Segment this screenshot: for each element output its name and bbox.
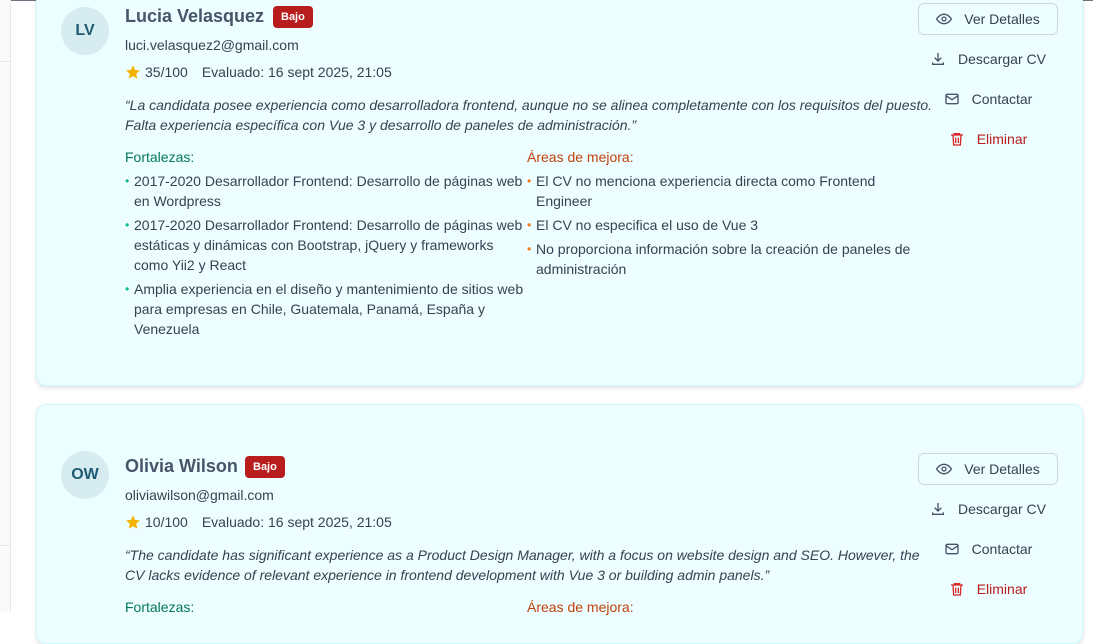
mail-icon bbox=[944, 93, 959, 105]
delete-button[interactable]: Eliminar bbox=[918, 573, 1058, 605]
candidate-name: Olivia Wilson bbox=[125, 456, 238, 476]
trash-icon bbox=[950, 133, 963, 146]
sidebar-divider bbox=[0, 545, 11, 546]
evaluated-date: Evaluado: 16 sept 2025, 21:05 bbox=[201, 64, 392, 80]
eye-icon bbox=[936, 463, 953, 475]
download-icon bbox=[932, 503, 945, 515]
contact-button[interactable]: Contactar bbox=[918, 533, 1058, 565]
strengths-title: Fortalezas: bbox=[125, 149, 195, 165]
card-actions: Ver Detalles Descargar CV Contactar Elim… bbox=[918, 453, 1058, 613]
level-badge: Bajo bbox=[245, 456, 285, 478]
score-row: 10/100 Evaluado: 16 sept 2025, 21:05 bbox=[125, 514, 392, 530]
card-actions: Ver Detalles Descargar CV Contactar Elim… bbox=[918, 3, 1058, 163]
star-icon bbox=[126, 515, 140, 529]
avatar: OW bbox=[61, 451, 109, 499]
strengths-title: Fortalezas: bbox=[125, 599, 195, 615]
candidate-email: oliviawilson@gmail.com bbox=[125, 487, 274, 503]
candidate-email: luci.velasquez2@gmail.com bbox=[125, 37, 299, 53]
level-badge: Bajo bbox=[273, 6, 313, 28]
score-value: 35/100 bbox=[145, 64, 188, 80]
sidebar-divider bbox=[0, 61, 11, 62]
evaluation-summary: “La candidata posee experiencia como des… bbox=[125, 97, 933, 133]
trash-icon bbox=[950, 583, 963, 596]
candidate-name: Lucia Velasquez bbox=[125, 6, 265, 26]
delete-button[interactable]: Eliminar bbox=[918, 123, 1058, 155]
left-sidebar-edge bbox=[0, 0, 11, 612]
score-row: 35/100 Evaluado: 16 sept 2025, 21:05 bbox=[125, 64, 392, 80]
download-cv-button[interactable]: Descargar CV bbox=[918, 493, 1058, 525]
avatar: LV bbox=[61, 7, 109, 55]
star-icon bbox=[126, 65, 140, 79]
candidate-card: LV Lucia Velasquez Bajo luci.velasquez2@… bbox=[36, 0, 1083, 386]
list-item: • El CV no menciona experiencia directa c… bbox=[527, 173, 876, 209]
candidate-card: OW Olivia Wilson Bajo oliviawilson@gmail… bbox=[36, 404, 1083, 644]
list-item: • 2017-2020 Desarrollador Frontend: Desar… bbox=[125, 173, 523, 209]
score-value: 10/100 bbox=[145, 514, 188, 530]
strengths-list: • 2017-2020 Desarrollador Frontend: Desar… bbox=[125, 171, 525, 343]
improvements-list: • El CV no menciona experiencia directa c… bbox=[527, 171, 927, 283]
view-details-button[interactable]: Ver Detalles bbox=[918, 3, 1058, 35]
improvements-title: Áreas de mejora: bbox=[527, 599, 634, 615]
list-item: • El CV no especifica el uso de Vue 3 bbox=[527, 217, 759, 233]
download-icon bbox=[932, 53, 945, 65]
download-cv-button[interactable]: Descargar CV bbox=[918, 43, 1058, 75]
list-item: • No proporciona información sobre la cre… bbox=[527, 241, 911, 277]
view-details-button[interactable]: Ver Detalles bbox=[918, 453, 1058, 485]
mail-icon bbox=[944, 543, 959, 555]
contact-button[interactable]: Contactar bbox=[918, 83, 1058, 115]
list-item: • Amplia experiencia en el diseño y mante… bbox=[125, 281, 524, 337]
improvements-title: Áreas de mejora: bbox=[527, 149, 634, 165]
evaluation-summary: “The candidate has significant experienc… bbox=[125, 547, 920, 583]
list-item: • 2017-2020 Desarrollador Frontend: Desar… bbox=[125, 217, 523, 273]
eye-icon bbox=[936, 13, 953, 25]
evaluated-date: Evaluado: 16 sept 2025, 21:05 bbox=[201, 514, 392, 530]
